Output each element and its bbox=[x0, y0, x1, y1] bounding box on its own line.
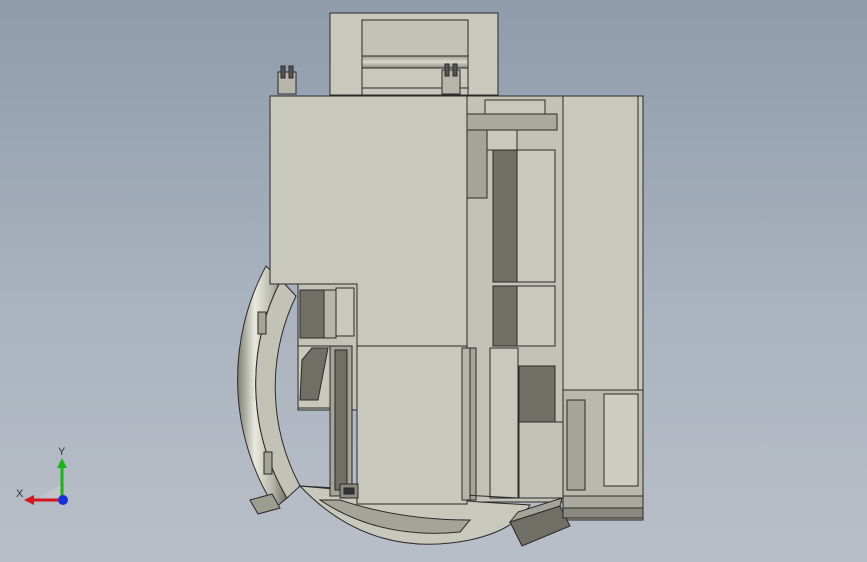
triad-y-arrowhead bbox=[57, 458, 67, 468]
base-rail bbox=[562, 507, 644, 519]
triad-z-axis bbox=[58, 495, 68, 505]
bottom-clamp bbox=[339, 483, 359, 499]
triad-y-label: Y bbox=[58, 446, 66, 458]
cad-model-viewport[interactable]: X Y bbox=[0, 0, 867, 562]
curved-guard-pipe bbox=[237, 265, 301, 509]
middle-column bbox=[466, 95, 564, 503]
right-cabinet bbox=[562, 95, 644, 521]
coordinate-triad: X Y bbox=[16, 446, 68, 505]
machine-assembly bbox=[237, 12, 644, 547]
top-roller-housing bbox=[329, 12, 499, 96]
triad-x-arrowhead bbox=[24, 495, 34, 505]
triad-x-label: X bbox=[16, 488, 24, 500]
inner-chamber bbox=[297, 283, 358, 497]
left-mount-bracket bbox=[277, 65, 297, 95]
triad-xy-plane bbox=[36, 484, 62, 500]
